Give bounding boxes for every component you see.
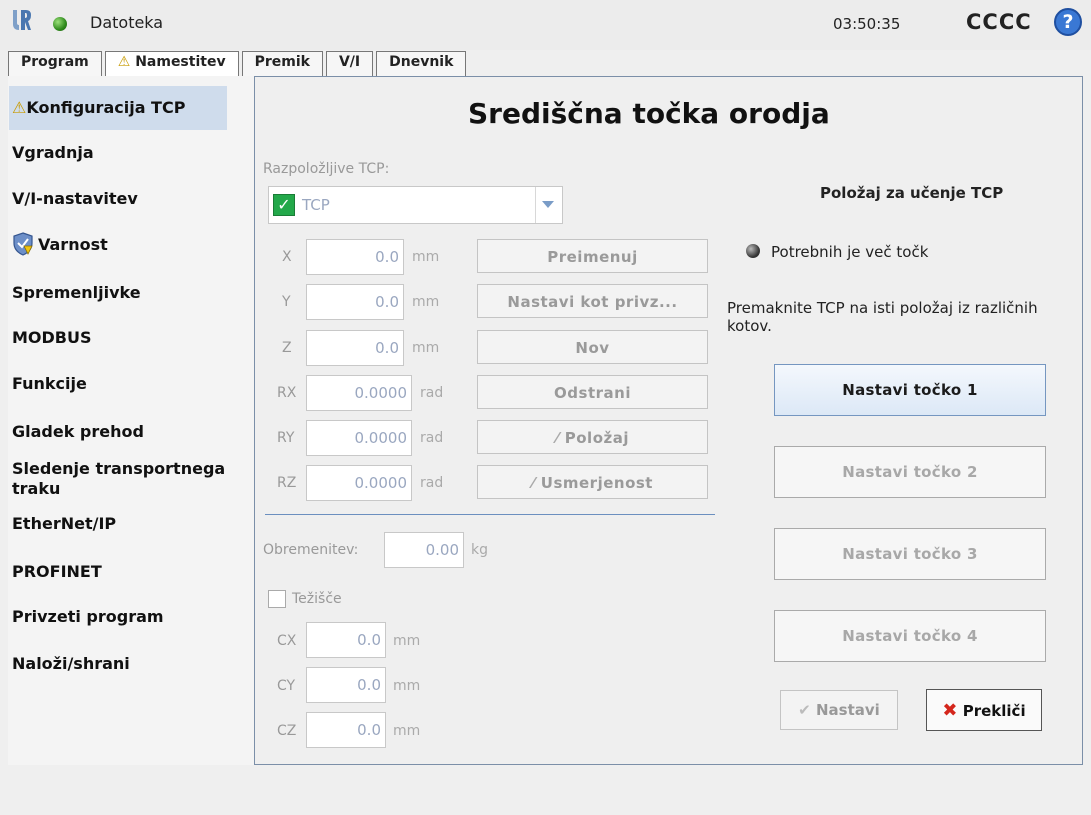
sidebar-item-io-setup[interactable]: V/I-nastavitev [12,189,138,209]
z-label: Z [282,340,292,356]
ry-unit: rad [420,430,444,446]
status-dot-icon [746,244,760,258]
z-unit: mm [412,340,440,356]
cx-label: CX [277,633,297,649]
sidebar-item-tcp-config[interactable]: ⚠Konfiguracija TCP [9,86,227,130]
check-icon: ✓ [273,194,295,216]
top-bar: Datoteka 03:50:35 CCCC ? [0,0,1091,50]
set-point-3-button[interactable]: Nastavi točko 3 [774,528,1046,580]
cancel-button[interactable]: ✖ Prekliči [926,689,1042,731]
tab-io[interactable]: V/I [325,51,374,76]
rx-unit: rad [420,385,444,401]
dropdown-separator [535,187,536,223]
x-label: X [282,249,292,265]
warning-icon: ⚠ [117,54,131,70]
sidebar-item-mounting[interactable]: Vgradnja [12,143,94,163]
position-wizard-button[interactable]: ⁄ Položaj [477,420,708,454]
teach-status: Potrebnih je več točk [771,243,929,261]
sidebar-item-safety[interactable]: Varnost [38,235,108,255]
tab-program[interactable]: Program [8,51,102,76]
cx-unit: mm [393,633,421,649]
y-unit: mm [412,294,440,310]
clock: 03:50:35 [833,15,901,33]
sidebar-item-smooth-transition[interactable]: Gladek prehod [12,422,144,442]
remove-button[interactable]: Odstrani [477,375,708,409]
divider [265,514,715,515]
ry-label: RY [277,430,295,446]
sidebar-item-default-program[interactable]: Privzeti program [12,607,164,627]
tcp-select-value: TCP [302,196,330,214]
x-field[interactable]: 0.0 [306,239,404,275]
rz-field[interactable]: 0.0000 [306,465,412,501]
close-icon: ✖ [942,700,958,721]
y-field[interactable]: 0.0 [306,284,404,320]
cy-label: CY [277,678,296,694]
sidebar-item-modbus[interactable]: MODBUS [12,328,92,348]
sidebar-item-profinet[interactable]: PROFINET [12,562,102,582]
rx-label: RX [277,385,297,401]
teach-instruction: Premaknite TCP na isti položaj iz različ… [727,299,1038,335]
ur-logo-icon [13,10,31,30]
sidebar-item-ethernet-ip[interactable]: EtherNet/IP [12,514,116,534]
page-title: Središčna točka orodja [468,97,830,130]
cz-field[interactable]: 0.0 [306,712,386,748]
apply-button[interactable]: ✔ Nastavi [780,690,898,730]
cog-checkbox[interactable] [268,590,286,608]
check-icon: ✔ [798,701,811,719]
chevron-down-icon [542,201,554,208]
set-point-2-button[interactable]: Nastavi točko 2 [774,446,1046,498]
cy-field[interactable]: 0.0 [306,667,386,703]
set-default-button[interactable]: Nastavi kot privz... [477,284,708,318]
cz-unit: mm [393,723,421,739]
rename-button[interactable]: Preimenuj [477,239,708,273]
warning-icon: ⚠ [12,98,27,117]
wand-icon: ⁄ [532,474,536,492]
tab-installation[interactable]: ⚠ Namestitev [104,51,239,77]
teach-title: Položaj za učenje TCP [820,184,1004,202]
cy-unit: mm [393,678,421,694]
sidebar-item-load-save[interactable]: Naloži/shrani [12,654,130,674]
x-unit: mm [412,249,440,265]
rx-field[interactable]: 0.0000 [306,375,412,411]
set-point-1-button[interactable]: Nastavi točko 1 [774,364,1046,416]
cx-field[interactable]: 0.0 [306,622,386,658]
set-point-4-button[interactable]: Nastavi točko 4 [774,610,1046,662]
cog-label: Težišče [292,591,342,607]
sidebar-item-features[interactable]: Funkcije [12,374,87,394]
y-label: Y [282,294,291,310]
available-tcp-label: Razpoložljive TCP: [263,161,390,177]
cz-label: CZ [277,723,297,739]
z-field[interactable]: 0.0 [306,330,404,366]
rz-unit: rad [420,475,444,491]
sidebar: ⚠Konfiguracija TCP Vgradnja V/I-nastavit… [8,76,255,765]
tab-move[interactable]: Premik [241,51,323,76]
help-icon[interactable]: ? [1054,8,1082,36]
payload-field[interactable]: 0.00 [384,532,464,568]
payload-unit: kg [471,542,488,558]
sidebar-item-conveyor-tracking[interactable]: Sledenje transportnega traku [12,459,232,499]
wand-icon: ⁄ [556,429,560,447]
file-menu[interactable]: Datoteka [90,13,163,32]
sidebar-item-variables[interactable]: Spremenljivke [12,283,141,303]
payload-label: Obremenitev: [263,542,359,558]
orientation-wizard-button[interactable]: ⁄ Usmerjenost [477,465,708,499]
tab-log[interactable]: Dnevnik [376,51,467,76]
rz-label: RZ [277,475,297,491]
status-indicator-icon [53,17,67,31]
safety-shield-icon [13,232,33,256]
tcp-select[interactable]: ✓ TCP [268,186,563,224]
new-tcp-button[interactable]: Nov [477,330,708,364]
robot-name: CCCC [966,10,1032,34]
ry-field[interactable]: 0.0000 [306,420,412,456]
main-tabs: Program ⚠ Namestitev Premik V/I Dnevnik [8,51,469,77]
